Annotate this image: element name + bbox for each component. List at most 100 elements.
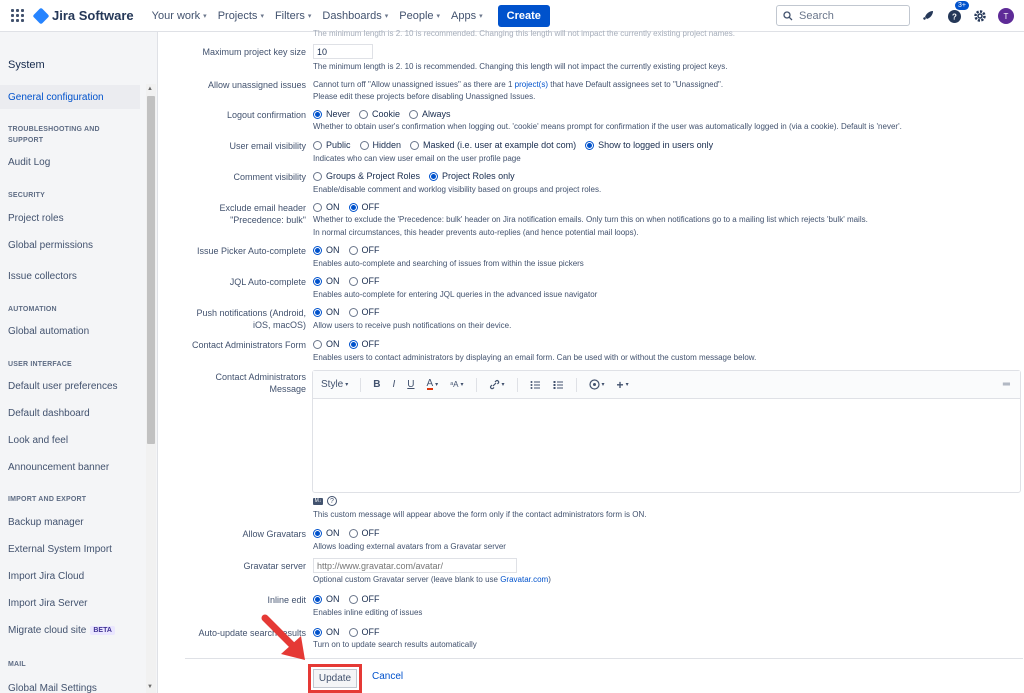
radio[interactable]: [348, 627, 358, 637]
radio-selected[interactable]: [313, 245, 322, 255]
help-icon[interactable]: ?: [327, 496, 337, 506]
email-hidden-option[interactable]: Hidden: [359, 140, 401, 150]
comment-groups-option[interactable]: Groups & Project Roles: [313, 171, 420, 181]
gear-icon[interactable]: [970, 6, 990, 26]
exclude-header-off-option[interactable]: OFF: [348, 202, 380, 212]
contact-form-on-option[interactable]: ON: [313, 339, 340, 349]
issue-picker-off-option[interactable]: OFF: [348, 245, 380, 255]
text-color-icon[interactable]: A ▾: [426, 379, 438, 390]
sidebar-item-project-roles[interactable]: Project roles: [0, 206, 140, 230]
radio[interactable]: [359, 140, 369, 150]
sidebar-item-default-user-preferences[interactable]: Default user preferences: [0, 374, 140, 398]
nav-filters[interactable]: Filters ▾: [275, 10, 311, 22]
sidebar-item-audit-log[interactable]: Audit Log: [0, 150, 140, 174]
jql-off-option[interactable]: OFF: [348, 276, 380, 286]
create-button[interactable]: Create: [497, 4, 550, 27]
scroll-down-icon[interactable]: ▼: [147, 684, 153, 690]
radio[interactable]: [348, 245, 358, 255]
email-public-option[interactable]: Public: [313, 140, 351, 150]
radio[interactable]: [348, 594, 358, 604]
radio[interactable]: [348, 528, 358, 538]
sidebar-item-external-system-import[interactable]: External System Import: [0, 537, 140, 561]
radio[interactable]: [409, 109, 419, 119]
sidebar-scrollbar-thumb[interactable]: [147, 96, 155, 444]
bold-icon[interactable]: B: [373, 379, 380, 390]
sidebar-item-announcement-banner[interactable]: Announcement banner: [0, 455, 140, 479]
sidebar-item-import-jira-server[interactable]: Import Jira Server: [0, 591, 140, 615]
sidebar-item-default-dashboard[interactable]: Default dashboard: [0, 401, 140, 425]
exclude-header-on-option[interactable]: ON: [313, 202, 340, 212]
avatar[interactable]: T: [998, 8, 1014, 24]
search-input[interactable]: Search: [776, 5, 910, 26]
sidebar-item-general-configuration[interactable]: General configuration: [0, 85, 140, 109]
sidebar-item-global-automation[interactable]: Global automation: [0, 319, 140, 343]
radio-selected[interactable]: [313, 594, 322, 604]
more-formatting-icon[interactable]: ᵃA ▾: [450, 380, 463, 389]
scroll-up-icon[interactable]: ▲: [147, 86, 153, 92]
radio[interactable]: [313, 339, 322, 349]
sidebar-item-migrate-cloud-site[interactable]: Migrate cloud site BETA: [0, 618, 140, 642]
radio[interactable]: [348, 276, 358, 286]
nav-apps[interactable]: Apps ▾: [451, 10, 483, 22]
underline-icon[interactable]: U: [407, 379, 414, 390]
logout-never-option[interactable]: Never: [313, 109, 350, 119]
emoji-icon[interactable]: ▾: [588, 379, 605, 390]
radio[interactable]: [348, 307, 358, 317]
logout-cookie-option[interactable]: Cookie: [359, 109, 400, 119]
inline-edit-off-option[interactable]: OFF: [348, 594, 380, 604]
sidebar-item-import-jira-cloud[interactable]: Import Jira Cloud: [0, 564, 140, 588]
sidebar-item-issue-collectors[interactable]: Issue collectors: [0, 264, 140, 288]
sidebar-item-backup-manager[interactable]: Backup manager: [0, 510, 140, 534]
email-masked-option[interactable]: Masked (i.e. user at example dot com): [410, 140, 576, 150]
style-dropdown[interactable]: Style ▾: [321, 379, 348, 390]
radio-selected[interactable]: [313, 109, 322, 119]
push-on-option[interactable]: ON: [313, 307, 340, 317]
radio-selected[interactable]: [429, 171, 439, 181]
logout-always-option[interactable]: Always: [409, 109, 451, 119]
nav-your-work[interactable]: Your work ▾: [152, 10, 207, 22]
radio-selected[interactable]: [585, 140, 595, 150]
app-switcher-icon[interactable]: [11, 8, 25, 23]
auto-update-on-option[interactable]: ON: [313, 627, 340, 637]
jira-logo[interactable]: Jira Software: [32, 7, 134, 24]
italic-icon[interactable]: I: [392, 379, 395, 390]
radio[interactable]: [359, 109, 369, 119]
radio[interactable]: [313, 171, 322, 181]
radio-selected[interactable]: [313, 307, 322, 317]
auto-update-off-option[interactable]: OFF: [348, 627, 380, 637]
sidebar-item-global-permissions[interactable]: Global permissions: [0, 233, 140, 257]
gravatars-off-option[interactable]: OFF: [348, 528, 380, 538]
link-icon[interactable]: ▾: [489, 379, 505, 390]
contact-form-off-option[interactable]: OFF: [348, 339, 380, 349]
radio-selected[interactable]: [313, 276, 322, 286]
numbered-list-icon[interactable]: [553, 380, 564, 390]
radio[interactable]: [313, 202, 322, 212]
radio-selected[interactable]: [313, 528, 322, 538]
inline-edit-on-option[interactable]: ON: [313, 594, 340, 604]
comment-roles-option[interactable]: Project Roles only: [429, 171, 515, 181]
nav-dashboards[interactable]: Dashboards ▾: [322, 10, 388, 22]
bullet-list-icon[interactable]: [530, 380, 541, 390]
update-button[interactable]: Update: [308, 664, 362, 693]
email-logged-in-option[interactable]: Show to logged in users only: [585, 140, 713, 150]
cancel-link[interactable]: Cancel: [372, 671, 403, 682]
collapse-toolbar-icon[interactable]: ═: [1003, 379, 1010, 390]
gravatar-server-input[interactable]: [313, 558, 517, 573]
radio-selected[interactable]: [348, 339, 358, 349]
sidebar-item-look-and-feel[interactable]: Look and feel: [0, 428, 140, 452]
rocket-icon[interactable]: [918, 6, 938, 26]
projects-link[interactable]: project(s): [515, 80, 548, 89]
gravatars-on-option[interactable]: ON: [313, 528, 340, 538]
radio-selected[interactable]: [313, 627, 322, 637]
max-key-size-input[interactable]: [313, 44, 373, 59]
jql-on-option[interactable]: ON: [313, 276, 340, 286]
insert-icon[interactable]: + ▾: [617, 378, 629, 392]
push-off-option[interactable]: OFF: [348, 307, 380, 317]
nav-projects[interactable]: Projects ▾: [218, 10, 264, 22]
radio[interactable]: [313, 140, 322, 150]
notifications-icon[interactable]: ? 3+: [944, 1, 969, 26]
sidebar-item-global-mail-settings[interactable]: Global Mail Settings: [0, 676, 140, 693]
radio-selected[interactable]: [348, 202, 358, 212]
markdown-icon[interactable]: M↓: [313, 497, 323, 505]
radio[interactable]: [410, 140, 420, 150]
